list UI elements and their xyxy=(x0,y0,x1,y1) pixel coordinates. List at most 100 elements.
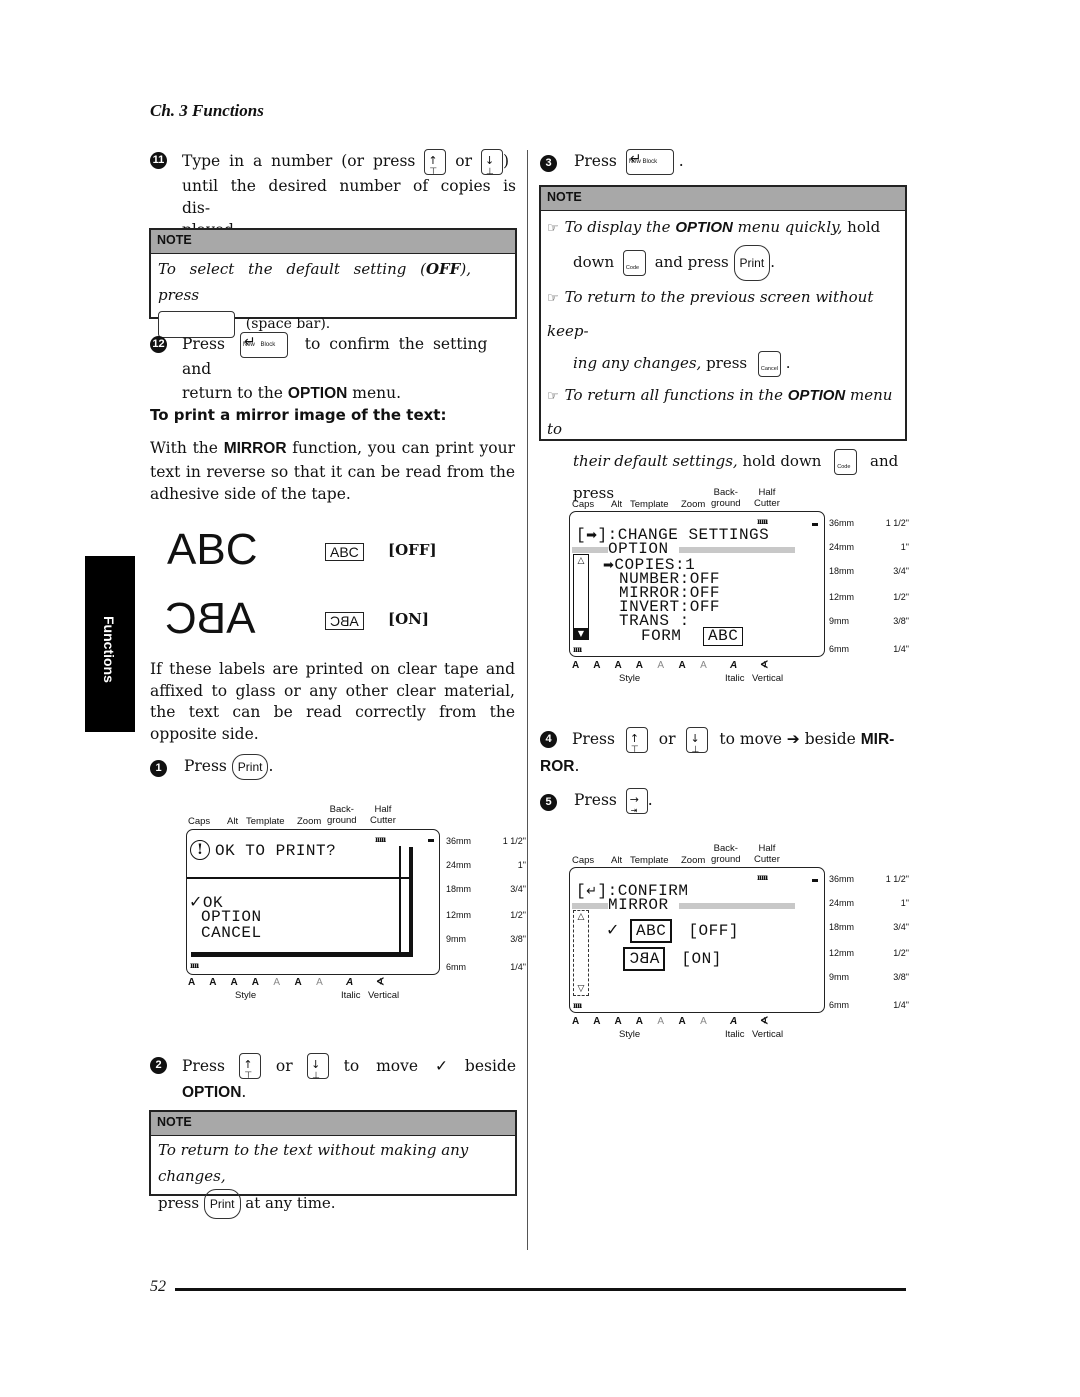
indicator-background: Back- ground xyxy=(711,843,741,865)
style-indicators: A A A A A A A xyxy=(188,977,329,988)
on-sample: ABC xyxy=(623,947,666,971)
vertical-label: Vertical xyxy=(752,1029,784,1040)
step-4: 4 Press ↑ ⊤ or ↓ ⊥ to move ➔ beside MIR- R… xyxy=(540,727,906,778)
note-header: NOTE xyxy=(151,230,515,254)
scroll-up-icon[interactable]: △ xyxy=(574,911,588,923)
italic-label: Italic xyxy=(341,990,361,1001)
step-12: 12 Press ↵ New Block to confirm the setti… xyxy=(150,332,516,405)
lcd-change-settings: Caps Alt Template Zoom Back- ground Half… xyxy=(569,487,910,687)
column-divider xyxy=(527,150,528,1250)
vertical-label: Vertical xyxy=(752,673,784,684)
step-number: 1 xyxy=(150,760,167,777)
mirror-off-label: [OFF] xyxy=(388,541,437,559)
battery-indicator-icon: ıııı xyxy=(573,644,582,654)
section-subheading: To print a mirror image of the text: xyxy=(150,406,447,424)
indicator-background: Back- ground xyxy=(711,487,741,509)
up-arrow-key-icon: ↑ ⊤ xyxy=(239,1053,262,1081)
footer-rule xyxy=(175,1288,906,1291)
step-number: 2 xyxy=(150,1057,167,1074)
down-arrow-key-icon: ↓ ⊥ xyxy=(480,149,503,177)
step-2: 2 Press ↑ ⊤ or ↓ ⊥ to move ✓ beside OPTION… xyxy=(150,1053,516,1104)
on-label: [ON] xyxy=(681,950,722,968)
lcd-header: [➡]:CHANGE SETTINGS xyxy=(576,526,770,544)
step-text-line2: until the desired number of copies is di… xyxy=(182,177,516,217)
pointing-hand-icon: ☞ xyxy=(547,221,559,236)
code-key-icon: Code xyxy=(834,449,858,475)
step-5: 5 Press → ⇥. xyxy=(540,788,653,815)
tape-indicator-icon: ııııı xyxy=(375,834,386,844)
print-key-icon: Print xyxy=(231,754,269,780)
lcd-menu-title: OPTION xyxy=(608,540,669,558)
lcd-option-cancel[interactable]: CANCEL xyxy=(201,925,262,941)
side-tab-label: Functions xyxy=(101,616,117,683)
scrollbar[interactable]: △ ▼ xyxy=(573,554,589,640)
lcd-option-option[interactable]: OPTION xyxy=(201,909,262,925)
lcd-confirm-mirror: Caps Alt Template Zoom Back- ground Half… xyxy=(569,843,910,1043)
italic-label: Italic xyxy=(725,673,745,684)
tape-indicator-icon: ııııı xyxy=(757,872,768,882)
indicator-zoom: Zoom xyxy=(681,499,706,510)
pointing-hand-icon: ☞ xyxy=(547,291,559,306)
battery-indicator-icon: ıııı xyxy=(190,960,199,970)
vertical-indicator-icon: ∢ xyxy=(760,1016,769,1027)
paren: ) xyxy=(502,152,509,170)
italic-label: Italic xyxy=(725,1029,745,1040)
scroll-down-icon[interactable]: ▽ xyxy=(574,984,588,995)
indicator-template: Template xyxy=(630,499,669,510)
tape-width-scale: 36mm 1 1/2" 24mm 1" 18mm 3/4" 12mm 1/2" 9mm 3… xyxy=(446,836,526,972)
italic-indicator-icon: A xyxy=(730,1016,738,1027)
indicator-half-cutter: Half Cutter xyxy=(754,487,780,509)
lcd-screen: ııııı [↵]:CONFIRM MIRROR △ ▽ ✓ ABC [OFF]… xyxy=(569,867,825,1013)
style-indicators: A A A A A A A xyxy=(572,1016,713,1027)
step-3: 3 Press ↵ New Block . xyxy=(540,149,684,175)
vertical-label: Vertical xyxy=(368,990,400,1001)
step-number: 12 xyxy=(150,336,167,353)
press-text: Press xyxy=(182,1057,225,1075)
indicator-half-cutter: Half Cutter xyxy=(370,804,396,826)
up-arrow-key-icon: ↑ ⊤ xyxy=(625,727,648,755)
scroll-down-icon[interactable]: ▼ xyxy=(574,628,588,639)
lcd-option-off[interactable]: ✓ ABC [OFF] xyxy=(606,919,739,943)
tape-width-scale: 36mm 1 1/2" 24mm 1" 18mm 3/4" 12mm 1/2" 9mm 3… xyxy=(829,518,909,654)
dialog-divider xyxy=(187,877,411,879)
down-arrow-key-icon: ↓ ⊥ xyxy=(686,727,709,755)
press-text: Press xyxy=(182,335,225,353)
press-text: Press xyxy=(573,152,617,170)
step-number: 5 xyxy=(540,794,557,811)
vertical-indicator-icon: ∢ xyxy=(376,977,385,988)
scrollbar[interactable]: △ ▽ xyxy=(573,910,589,996)
size-marker xyxy=(812,879,818,882)
right-arrow-key-icon: → ⇥ xyxy=(625,788,648,815)
note-option-menu: NOTE ☞ To display the OPTION menu quickly… xyxy=(539,185,907,544)
step-number: 3 xyxy=(540,155,557,172)
vertical-indicator-icon: ∢ xyxy=(760,660,769,671)
indicator-zoom: Zoom xyxy=(297,816,322,827)
mirror-bold: ROR xyxy=(540,758,575,775)
style-label: Style xyxy=(619,1029,641,1040)
note-text: To return to the text without making any… xyxy=(158,1141,469,1185)
press-text: Press xyxy=(573,791,617,809)
or-text: or xyxy=(658,730,676,748)
scroll-up-icon[interactable]: △ xyxy=(574,555,588,567)
indicator-template: Template xyxy=(246,816,285,827)
print-key-icon: Print xyxy=(733,245,771,281)
lcd-form-value: ABC xyxy=(703,627,744,646)
indicator-zoom: Zoom xyxy=(681,855,706,866)
style-label: Style xyxy=(235,990,257,1001)
note-default-setting: NOTE To select the default setting (OFF)… xyxy=(149,228,517,338)
note-header: NOTE xyxy=(151,1112,515,1136)
lcd-option-on[interactable]: ABC [ON] xyxy=(623,947,722,971)
example-normal-text: ABC xyxy=(167,525,258,574)
chapter-heading: Ch. 3 Functions xyxy=(150,101,264,120)
step-text-line2: return to the OPTION menu. xyxy=(182,384,402,402)
lcd-ok-to-print: Caps Alt Template Zoom Back- ground Half… xyxy=(186,804,526,1004)
up-arrow-key-icon: ↑ ⊤ xyxy=(424,149,447,177)
lcd-title: OK TO PRINT? xyxy=(215,842,337,860)
mirror-intro-paragraph: With the MIRROR function, you can print … xyxy=(150,439,515,503)
mirror-on-label: [ON] xyxy=(388,610,429,628)
note-header: NOTE xyxy=(541,187,905,211)
indicator-half-cutter: Half Cutter xyxy=(754,843,780,865)
step-number: 11 xyxy=(150,152,167,169)
off-label: [OFF] xyxy=(688,922,739,940)
lcd-menu-title: MIRROR xyxy=(608,896,669,914)
